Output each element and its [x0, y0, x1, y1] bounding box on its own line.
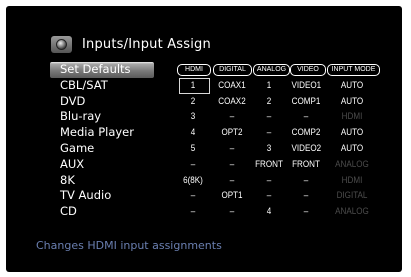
input-mode-cell: HDMI: [341, 111, 363, 123]
input-row-cd[interactable]: CD – – 4 – ANALOG: [50, 204, 386, 220]
hdmi-cell[interactable]: 5: [179, 141, 208, 157]
input-row-dvd[interactable]: DVD 2 COAX2 2 COMP1 AUTO: [50, 94, 386, 110]
page-title: Inputs/Input Assign: [82, 37, 211, 52]
column-header-input-mode: INPUT MODE: [327, 64, 380, 76]
video-cell[interactable]: COMP1: [292, 94, 321, 110]
analog-cell[interactable]: 3: [255, 141, 284, 157]
video-cell[interactable]: –: [292, 188, 321, 204]
analog-cell[interactable]: 4: [255, 204, 284, 220]
column-header-hdmi: HDMI: [177, 64, 211, 76]
hdmi-cell[interactable]: –: [179, 157, 208, 173]
input-mode-cell: ANALOG: [335, 206, 369, 218]
column-header-digital: DIGITAL: [213, 64, 252, 76]
hdmi-cell[interactable]: 1: [179, 78, 208, 94]
input-row-aux[interactable]: AUX – – FRONT FRONT ANALOG: [50, 157, 386, 173]
input-assign-menu: Set Defaults HDMI DIGITAL ANALOG VIDEO I…: [50, 62, 386, 220]
input-mode-cell: DIGITAL: [336, 190, 368, 202]
video-cell[interactable]: –: [292, 173, 321, 189]
input-row-media-player[interactable]: Media Player 4 OPT2 – COMP2 AUTO: [50, 125, 386, 141]
input-row-game[interactable]: Game 5 – 3 VIDEO2 AUTO: [50, 141, 386, 157]
osd-screen: Inputs/Input Assign Set Defaults HDMI DI…: [6, 6, 402, 272]
input-name: TV Audio: [60, 188, 112, 203]
analog-cell[interactable]: 1: [255, 78, 284, 94]
column-header-row: HDMI DIGITAL ANALOG VIDEO INPUT MODE: [50, 62, 386, 78]
input-row-tv-audio[interactable]: TV Audio – OPT1 – – DIGITAL: [50, 188, 386, 204]
hdmi-cell[interactable]: –: [179, 188, 208, 204]
input-name: Blu-ray: [60, 109, 102, 124]
digital-cell[interactable]: COAX2: [218, 94, 247, 110]
page-header: Inputs/Input Assign: [51, 36, 211, 53]
column-header-analog: ANALOG: [253, 64, 290, 76]
analog-cell[interactable]: –: [255, 188, 284, 204]
analog-cell[interactable]: –: [255, 109, 284, 125]
input-mode-cell[interactable]: AUTO: [330, 78, 374, 94]
input-row-blu-ray[interactable]: Blu-ray 3 – – – HDMI: [50, 109, 386, 125]
input-name: Game: [60, 140, 95, 155]
input-mode-cell: ANALOG: [335, 158, 369, 170]
digital-cell[interactable]: –: [218, 157, 247, 173]
help-text: Changes HDMI input assignments: [36, 239, 222, 252]
inputs-icon: [51, 36, 72, 53]
analog-cell[interactable]: FRONT: [255, 157, 284, 173]
video-cell[interactable]: –: [292, 109, 321, 125]
digital-cell[interactable]: –: [218, 141, 247, 157]
analog-cell[interactable]: –: [255, 125, 284, 141]
digital-cell[interactable]: COAX1: [218, 78, 247, 94]
input-row-8k[interactable]: 8K 6(8K) – – – HDMI: [50, 173, 386, 189]
video-cell[interactable]: VIDEO1: [292, 78, 322, 94]
digital-cell[interactable]: –: [218, 109, 247, 125]
input-name: Media Player: [60, 125, 134, 140]
analog-cell[interactable]: 2: [255, 94, 284, 110]
hdmi-cell[interactable]: 4: [179, 125, 208, 141]
input-name: CBL/SAT: [60, 77, 108, 92]
digital-cell[interactable]: –: [218, 173, 247, 189]
input-mode-cell[interactable]: AUTO: [330, 94, 374, 110]
hdmi-cell[interactable]: 3: [179, 109, 208, 125]
hdmi-cell[interactable]: 6(8K): [179, 173, 208, 189]
digital-cell[interactable]: –: [218, 204, 247, 220]
column-header-video: VIDEO: [290, 64, 326, 76]
input-mode-cell[interactable]: AUTO: [330, 141, 374, 157]
digital-cell[interactable]: OPT1: [218, 188, 247, 204]
input-mode-cell: HDMI: [341, 174, 363, 186]
corner-decoration: [362, 6, 402, 54]
digital-cell[interactable]: OPT2: [218, 125, 247, 141]
video-cell[interactable]: COMP2: [292, 125, 321, 141]
analog-cell[interactable]: –: [255, 173, 284, 189]
input-name: 8K: [60, 172, 75, 187]
input-name: AUX: [60, 156, 85, 171]
input-mode-cell[interactable]: AUTO: [330, 125, 374, 141]
input-name: CD: [60, 204, 77, 219]
hdmi-cell[interactable]: –: [179, 204, 208, 220]
video-cell[interactable]: FRONT: [292, 157, 321, 173]
input-name: DVD: [60, 93, 86, 108]
input-row-cbl-sat[interactable]: CBL/SAT 1 COAX1 1 VIDEO1 AUTO: [50, 77, 386, 94]
hdmi-cell[interactable]: 2: [179, 94, 208, 110]
video-cell[interactable]: VIDEO2: [292, 141, 322, 157]
video-cell[interactable]: –: [292, 204, 321, 220]
